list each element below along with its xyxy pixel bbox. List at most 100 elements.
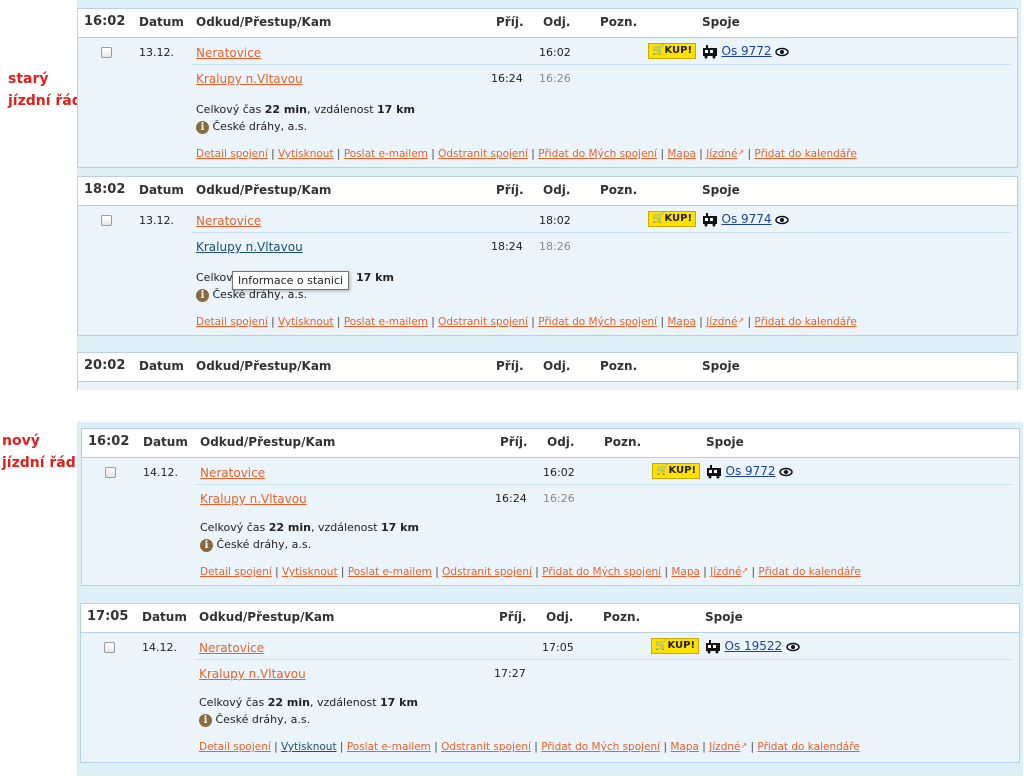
train-link[interactable]: Os 9774 bbox=[722, 212, 772, 226]
separator: | bbox=[703, 566, 707, 578]
detail-link[interactable]: Detail spojení bbox=[196, 148, 268, 160]
select-checkbox[interactable] bbox=[101, 47, 112, 58]
detail-link[interactable]: Detail spojení bbox=[199, 741, 271, 753]
col-trains: Spoje bbox=[702, 183, 740, 197]
separator: | bbox=[660, 148, 664, 160]
separator: | bbox=[699, 148, 703, 160]
summary-mid: , vzdálenost bbox=[309, 696, 381, 709]
tickets-link[interactable]: Jízdné bbox=[706, 148, 737, 160]
calendar-link[interactable]: Přidat do kalendáře bbox=[754, 316, 856, 328]
map-link[interactable]: Mapa bbox=[670, 741, 699, 753]
buy-ticket-button[interactable]: 🛒KUP! bbox=[652, 463, 701, 479]
separator: | bbox=[699, 316, 703, 328]
to-station-link[interactable]: Kralupy n.Vltavou bbox=[196, 240, 303, 254]
select-checkbox[interactable] bbox=[104, 642, 115, 653]
connection-header: 18:02 Datum Odkud/Přestup/Kam Příj. Odj.… bbox=[78, 177, 1017, 206]
buy-ticket-button[interactable]: 🛒KUP! bbox=[648, 43, 697, 59]
from-station-link[interactable]: Neratovice bbox=[196, 46, 261, 60]
print-link[interactable]: Vytisknout bbox=[278, 148, 334, 160]
to-station-link[interactable]: Kralupy n.Vltavou bbox=[199, 667, 306, 681]
col-departure: Odj. bbox=[543, 15, 571, 29]
info-icon[interactable]: i bbox=[199, 714, 212, 727]
separator: | bbox=[271, 316, 275, 328]
from-station-link[interactable]: Neratovice bbox=[199, 641, 264, 655]
buy-ticket-button[interactable]: 🛒KUP! bbox=[648, 211, 697, 227]
departure-value: 17:05 bbox=[542, 641, 574, 654]
print-link[interactable]: Vytisknout bbox=[282, 566, 338, 578]
add-to-my-link[interactable]: Přidat do Mých spojení bbox=[542, 566, 661, 578]
arrival-value: 18:24 bbox=[491, 240, 523, 253]
train-icon bbox=[703, 45, 717, 59]
date: 13.12. bbox=[139, 46, 174, 59]
carrier-name: České dráhy, a.s. bbox=[216, 538, 312, 551]
distance: 17 km bbox=[377, 103, 415, 116]
new-timetable-label: nový jízdní řád bbox=[2, 430, 76, 474]
col-note: Pozn. bbox=[604, 435, 642, 449]
external-link-icon: ↗ bbox=[740, 741, 748, 750]
eye-icon[interactable] bbox=[775, 47, 789, 57]
calendar-link[interactable]: Přidat do kalendáře bbox=[754, 148, 856, 160]
separator: | bbox=[663, 741, 667, 753]
calendar-link[interactable]: Přidat do kalendáře bbox=[758, 566, 860, 578]
from-station-link[interactable]: Neratovice bbox=[200, 466, 265, 480]
remove-link[interactable]: Odstranit spojení bbox=[442, 566, 532, 578]
distance: 17 km bbox=[380, 696, 418, 709]
detail-link[interactable]: Detail spojení bbox=[200, 566, 272, 578]
info-icon[interactable]: i bbox=[196, 289, 209, 302]
train-link[interactable]: Os 9772 bbox=[722, 44, 772, 58]
to-station-link[interactable]: Kralupy n.Vltavou bbox=[200, 492, 307, 506]
from-station-link[interactable]: Neratovice bbox=[196, 214, 261, 228]
print-link[interactable]: Vytisknout bbox=[278, 316, 334, 328]
tickets-link[interactable]: Jízdné bbox=[709, 741, 740, 753]
to-station-link[interactable]: Kralupy n.Vltavou bbox=[196, 72, 303, 86]
remove-link[interactable]: Odstranit spojení bbox=[438, 316, 528, 328]
remove-link[interactable]: Odstranit spojení bbox=[441, 741, 531, 753]
col-date: Datum bbox=[142, 610, 187, 624]
col-trains: Spoje bbox=[702, 15, 740, 29]
train-icon bbox=[707, 465, 721, 479]
train-link[interactable]: Os 19522 bbox=[725, 639, 783, 653]
email-link[interactable]: Poslat e-mailem bbox=[344, 316, 428, 328]
separator: | bbox=[664, 566, 668, 578]
email-link[interactable]: Poslat e-mailem bbox=[348, 566, 432, 578]
buy-label: KUP! bbox=[667, 640, 696, 651]
email-link[interactable]: Poslat e-mailem bbox=[344, 148, 428, 160]
col-note: Pozn. bbox=[603, 610, 641, 624]
old-label-line1: starý bbox=[8, 71, 49, 87]
eye-icon[interactable] bbox=[775, 215, 789, 225]
tickets-link[interactable]: Jízdné bbox=[706, 316, 737, 328]
calendar-link[interactable]: Přidat do kalendáře bbox=[757, 741, 859, 753]
col-route: Odkud/Přestup/Kam bbox=[200, 435, 336, 449]
connection-header: 16:02 Datum Odkud/Přestup/Kam Příj. Odj.… bbox=[82, 429, 1019, 458]
separator: | bbox=[336, 148, 341, 160]
info-icon[interactable]: i bbox=[196, 121, 209, 134]
detail-link[interactable]: Detail spojení bbox=[196, 316, 268, 328]
add-to-my-link[interactable]: Přidat do Mých spojení bbox=[538, 316, 657, 328]
map-link[interactable]: Mapa bbox=[671, 566, 700, 578]
select-checkbox[interactable] bbox=[101, 215, 112, 226]
select-checkbox[interactable] bbox=[105, 467, 116, 478]
train-link[interactable]: Os 9772 bbox=[726, 464, 776, 478]
separator: | bbox=[702, 741, 706, 753]
tickets-link[interactable]: Jízdné bbox=[710, 566, 741, 578]
old-timetable-label: starý jízdní řád bbox=[8, 68, 82, 112]
print-link[interactable]: Vytisknout bbox=[281, 741, 337, 753]
train-info: Os 9772 bbox=[706, 464, 793, 479]
email-link[interactable]: Poslat e-mailem bbox=[347, 741, 431, 753]
add-to-my-link[interactable]: Přidat do Mých spojení bbox=[538, 148, 657, 160]
buy-ticket-button[interactable]: 🛒KUP! bbox=[651, 638, 700, 654]
eye-icon[interactable] bbox=[779, 467, 793, 477]
separator: | bbox=[339, 741, 344, 753]
eye-icon[interactable] bbox=[785, 642, 800, 652]
col-date: Datum bbox=[143, 435, 188, 449]
remove-link[interactable]: Odstranit spojení bbox=[438, 148, 528, 160]
add-to-my-link[interactable]: Přidat do Mých spojení bbox=[541, 741, 660, 753]
map-link[interactable]: Mapa bbox=[667, 316, 696, 328]
action-links: Detail spojení | Vytisknout | Poslat e-m… bbox=[196, 316, 857, 328]
col-trains: Spoje bbox=[705, 610, 743, 624]
info-icon[interactable]: i bbox=[200, 539, 213, 552]
station-info-tooltip: Informace o stanici bbox=[232, 271, 350, 290]
connection-header: 16:02 Datum Odkud/Přestup/Kam Příj. Odj.… bbox=[78, 9, 1017, 38]
date: 14.12. bbox=[142, 641, 177, 654]
map-link[interactable]: Mapa bbox=[667, 148, 696, 160]
